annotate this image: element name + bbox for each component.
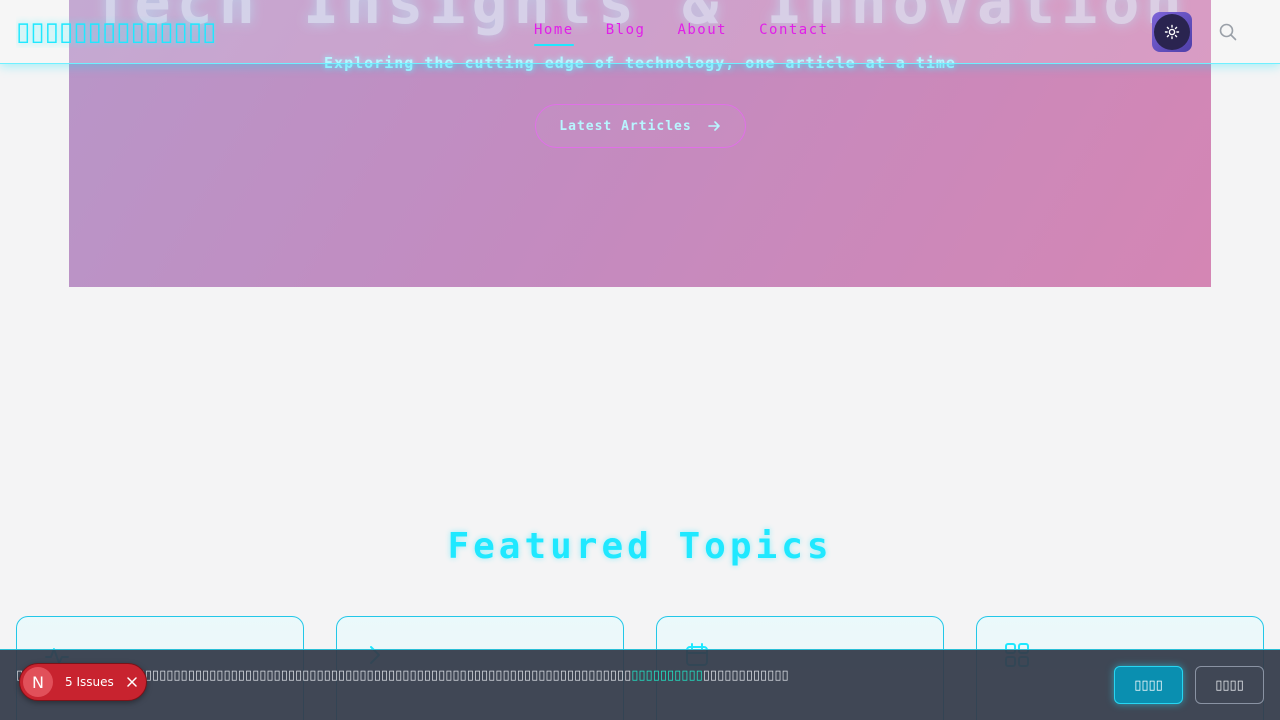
decline-cookies-button[interactable]: ▯▯▯▯ [1195,666,1264,704]
nav-contact[interactable]: Contact [759,22,829,46]
theme-toggle-button[interactable] [1152,12,1192,52]
close-icon[interactable] [124,674,140,690]
site-header: ▯▯▯▯▯▯▯▯▯▯▯▯▯▯ Home Blog About Contact [0,0,1280,64]
accept-cookies-button[interactable]: ▯▯▯▯ [1114,666,1183,704]
nav-home[interactable]: Home [534,22,574,46]
nav-about[interactable]: About [677,22,727,46]
privacy-policy-link[interactable]: ▯▯▯▯▯▯▯▯▯▯ [631,668,703,683]
search-icon [1219,23,1237,41]
sun-icon [1164,24,1180,40]
nextjs-logo-icon: N [23,667,53,697]
nav-blog[interactable]: Blog [606,22,646,46]
site-logo[interactable]: ▯▯▯▯▯▯▯▯▯▯▯▯▯▯ [16,16,216,48]
latest-articles-label: Latest Articles [559,118,692,134]
cookie-text-after: ▯▯▯▯▯▯▯▯▯▯▯▯ [702,668,789,683]
main-nav: Home Blog About Contact [534,22,829,46]
search-button[interactable] [1214,18,1242,46]
cookie-consent-bar: ▯▯▯▯▯▯▯▯▯▯▯▯▯▯▯▯▯▯▯▯▯▯▯▯▯▯▯▯▯▯▯▯▯▯▯▯▯▯▯▯… [0,649,1280,720]
issues-count: 5 Issues [65,675,114,689]
dev-issues-badge[interactable]: N 5 Issues [19,663,147,701]
arrow-right-icon [707,121,720,131]
featured-topics-title: Featured Topics [447,526,833,567]
latest-articles-button[interactable]: Latest Articles [535,104,746,148]
